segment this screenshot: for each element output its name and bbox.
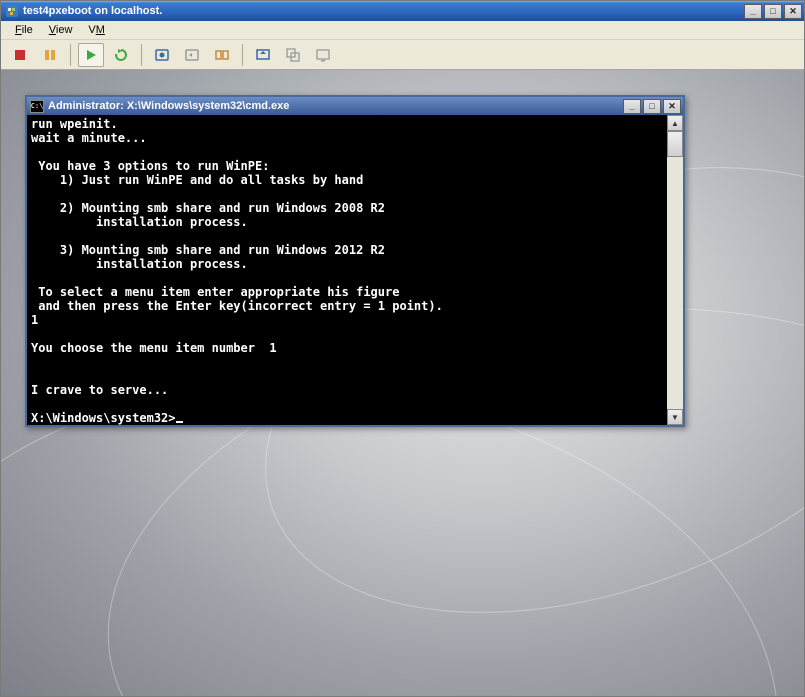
- vm-titlebar: test4pxeboot on localhost. _ □ ✕: [1, 1, 804, 21]
- pause-icon: [43, 48, 57, 62]
- fullscreen-icon: [255, 47, 271, 63]
- scroll-track[interactable]: [667, 131, 683, 409]
- devices-icon: [214, 47, 230, 63]
- toolbar-separator: [70, 44, 71, 66]
- cmd-window-buttons: _ □ ✕: [621, 99, 683, 114]
- unity-button[interactable]: [280, 43, 306, 67]
- console-icon: [315, 47, 331, 63]
- devices-button[interactable]: [209, 43, 235, 67]
- cmd-lines: run wpeinit. wait a minute... You have 3…: [31, 117, 443, 425]
- console-button[interactable]: [310, 43, 336, 67]
- menubar: File View VM: [1, 21, 804, 40]
- revert-icon: [184, 47, 200, 63]
- revert-button[interactable]: [179, 43, 205, 67]
- close-icon: ✕: [789, 6, 797, 17]
- snapshot-icon: [154, 47, 170, 63]
- menu-vm[interactable]: VM: [80, 22, 113, 38]
- minimize-button[interactable]: _: [744, 4, 762, 19]
- toolbar-separator: [242, 44, 243, 66]
- scroll-thumb[interactable]: [667, 131, 683, 157]
- play-icon: [84, 48, 98, 62]
- close-button[interactable]: ✕: [784, 4, 802, 19]
- close-icon: ✕: [668, 101, 676, 112]
- snapshot-button[interactable]: [149, 43, 175, 67]
- vm-window-buttons: _ □ ✕: [742, 4, 804, 19]
- cmd-titlebar[interactable]: C:\ Administrator: X:\Windows\system32\c…: [27, 97, 683, 115]
- toolbar: [1, 40, 804, 70]
- maximize-icon: □: [649, 101, 654, 111]
- stop-icon: [13, 48, 27, 62]
- minimize-icon: _: [750, 6, 755, 16]
- refresh-button[interactable]: [108, 43, 134, 67]
- menu-view-label: iew: [56, 24, 73, 36]
- fullscreen-button[interactable]: [250, 43, 276, 67]
- pause-button[interactable]: [37, 43, 63, 67]
- refresh-icon: [113, 47, 129, 63]
- cmd-cursor: [176, 421, 183, 423]
- vm-title: test4pxeboot on localhost.: [23, 5, 742, 17]
- vm-window: test4pxeboot on localhost. _ □ ✕ File Vi…: [0, 0, 805, 697]
- menu-file-label: ile: [22, 24, 33, 36]
- cmd-window: C:\ Administrator: X:\Windows\system32\c…: [25, 95, 685, 427]
- scroll-down-button[interactable]: ▼: [667, 409, 683, 425]
- scroll-up-button[interactable]: ▲: [667, 115, 683, 131]
- cmd-maximize-button[interactable]: □: [643, 99, 661, 114]
- stop-button[interactable]: [7, 43, 33, 67]
- cmd-minimize-button[interactable]: _: [623, 99, 641, 114]
- maximize-icon: □: [770, 6, 775, 16]
- cmd-scrollbar: ▲ ▼: [667, 115, 683, 425]
- minimize-icon: _: [629, 101, 634, 111]
- cmd-body: run wpeinit. wait a minute... You have 3…: [27, 115, 683, 425]
- cmd-close-button[interactable]: ✕: [663, 99, 681, 114]
- unity-icon: [285, 47, 301, 63]
- cmd-title: Administrator: X:\Windows\system32\cmd.e…: [48, 100, 621, 112]
- cmd-icon: C:\: [30, 100, 44, 113]
- menu-view[interactable]: View: [41, 22, 81, 38]
- vm-viewport[interactable]: C:\ Administrator: X:\Windows\system32\c…: [1, 70, 804, 696]
- vmware-icon: [5, 4, 19, 18]
- menu-vm-label: V: [88, 24, 95, 36]
- menu-file[interactable]: File: [7, 22, 41, 38]
- cmd-output[interactable]: run wpeinit. wait a minute... You have 3…: [27, 115, 667, 425]
- maximize-button[interactable]: □: [764, 4, 782, 19]
- toolbar-separator: [141, 44, 142, 66]
- play-button[interactable]: [78, 43, 104, 67]
